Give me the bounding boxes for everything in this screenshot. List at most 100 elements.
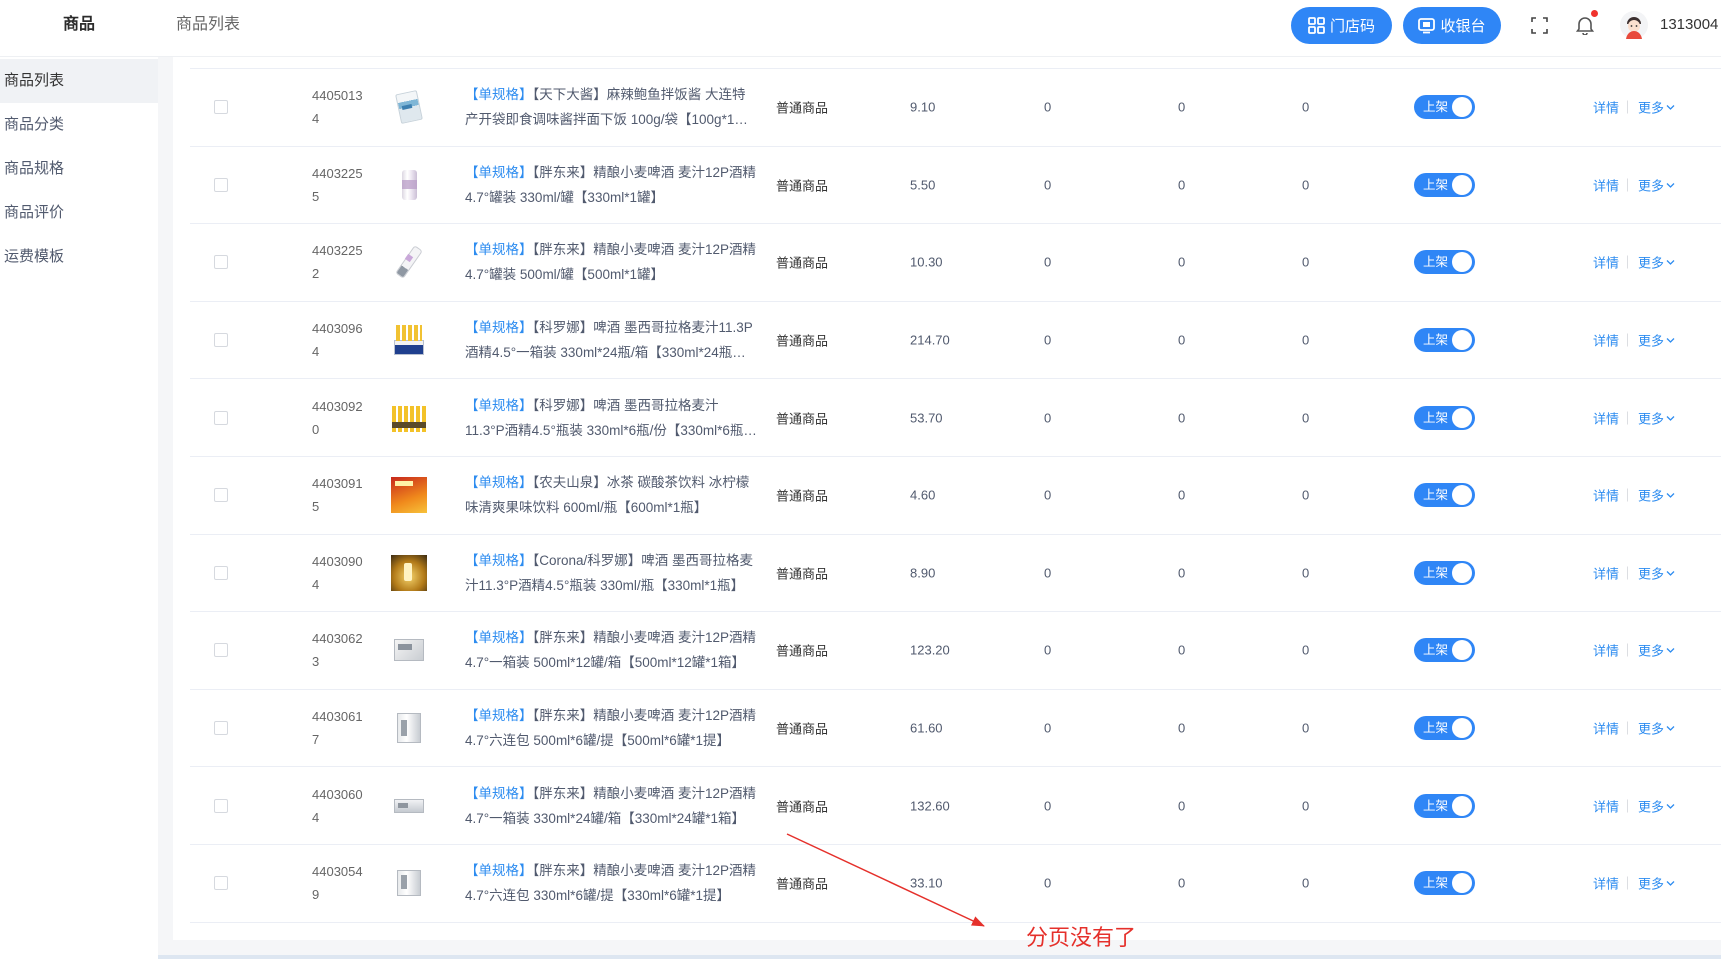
more-dropdown[interactable]: 更多 [1638, 563, 1675, 582]
status-toggle[interactable]: 上架 [1414, 793, 1475, 818]
product-price: 9.10 [910, 99, 936, 115]
product-type: 普通商品 [776, 876, 829, 892]
detail-link[interactable]: 详情 [1593, 641, 1619, 660]
product-table-body: 44050134 【单规格】【天下大酱】麻辣鲍鱼拌饭酱 大连特产开袋即食调味酱拌面… [190, 68, 1721, 923]
product-type: 普通商品 [776, 178, 829, 194]
more-label: 更多 [1638, 566, 1665, 582]
more-dropdown[interactable]: 更多 [1638, 641, 1675, 660]
row-checkbox[interactable] [214, 100, 228, 115]
row-checkbox[interactable] [214, 721, 228, 736]
spec-tag: 【单规格】 [465, 397, 533, 413]
detail-link[interactable]: 详情 [1593, 253, 1619, 272]
avatar-icon[interactable] [1620, 11, 1648, 39]
status-toggle[interactable]: 上架 [1414, 328, 1475, 353]
more-dropdown[interactable]: 更多 [1638, 874, 1675, 893]
detail-link[interactable]: 详情 [1593, 874, 1619, 893]
detail-link[interactable]: 详情 [1593, 563, 1619, 582]
status-toggle[interactable]: 上架 [1414, 405, 1475, 430]
more-dropdown[interactable]: 更多 [1638, 175, 1675, 194]
annotation-text: 分页没有了 [1026, 925, 1137, 950]
more-dropdown[interactable]: 更多 [1638, 408, 1675, 427]
product-thumbnail [389, 786, 429, 826]
product-name: 【单规格】【科罗娜】啤酒 墨西哥拉格麦汁11.3P酒精4.5°一箱装 330ml… [465, 315, 757, 365]
product-stat-1: 0 [1044, 99, 1052, 115]
status-toggle-knob [1452, 718, 1472, 739]
row-checkbox[interactable] [214, 410, 228, 425]
sidebar-item-product-spec[interactable]: 商品规格 [0, 147, 158, 191]
status-toggle[interactable]: 上架 [1414, 250, 1475, 275]
sidebar-title: 商品 [62, 16, 95, 33]
chevron-down-icon [1666, 182, 1675, 188]
row-checkbox[interactable] [214, 643, 228, 658]
product-stat-2: 0 [1178, 875, 1186, 891]
product-price: 10.30 [910, 254, 943, 270]
product-type: 普通商品 [776, 488, 829, 504]
product-row: 44050134 【单规格】【天下大酱】麻辣鲍鱼拌饭酱 大连特产开袋即食调味酱拌面… [190, 69, 1721, 147]
chevron-down-icon [1666, 726, 1675, 731]
chevron-down-icon [1666, 570, 1675, 576]
status-toggle[interactable]: 上架 [1414, 871, 1475, 896]
product-stat-2: 0 [1178, 177, 1186, 193]
more-label: 更多 [1638, 100, 1665, 116]
product-id: 44030604 [312, 786, 363, 825]
cashier-button[interactable]: 收银台 [1403, 7, 1501, 44]
row-checkbox[interactable] [214, 255, 228, 270]
product-row: 44030549 【单规格】【胖东来】精酿小麦啤酒 麦汁12P酒精4.7°六连包 … [190, 845, 1721, 923]
sidebar-item-product-list[interactable]: 商品列表 [0, 59, 158, 103]
status-toggle-label: 上架 [1423, 410, 1449, 425]
row-checkbox[interactable] [214, 333, 228, 348]
row-checkbox[interactable] [214, 488, 228, 503]
more-dropdown[interactable]: 更多 [1638, 796, 1675, 815]
sidebar-item-product-category[interactable]: 商品分类 [0, 103, 158, 147]
sidebar-item-shipping-template[interactable]: 运费模板 [0, 235, 158, 279]
detail-link[interactable]: 详情 [1593, 175, 1619, 194]
detail-link[interactable]: 详情 [1593, 486, 1619, 505]
spec-tag: 【单规格】 [465, 863, 533, 879]
product-id: 44030549 [312, 864, 363, 903]
action-divider [1627, 799, 1628, 813]
detail-link[interactable]: 详情 [1593, 719, 1619, 738]
top-bar: 商品 商品列表 门店码 收银台 1313004 [0, 0, 1721, 57]
row-checkbox[interactable] [214, 876, 228, 891]
username[interactable]: 1313004 [1660, 0, 1721, 50]
chevron-down-icon [1666, 338, 1675, 343]
more-dropdown[interactable]: 更多 [1638, 719, 1675, 738]
status-toggle[interactable]: 上架 [1414, 95, 1475, 120]
fullscreen-icon[interactable] [1531, 17, 1548, 34]
horizontal-scrollbar[interactable] [0, 955, 1721, 959]
detail-link[interactable]: 详情 [1593, 796, 1619, 815]
product-row: 44030623 【单规格】【胖东来】精酿小麦啤酒 麦汁12P酒精4.7°一箱装 … [190, 612, 1721, 690]
status-toggle[interactable]: 上架 [1414, 716, 1475, 741]
product-stat-3: 0 [1302, 254, 1310, 270]
status-toggle[interactable]: 上架 [1414, 172, 1475, 197]
status-toggle-label: 上架 [1423, 100, 1449, 115]
more-dropdown[interactable]: 更多 [1638, 253, 1675, 272]
product-stat-1: 0 [1044, 332, 1052, 348]
product-stat-1: 0 [1044, 875, 1052, 891]
product-stat-1: 0 [1044, 177, 1052, 193]
sidebar-item-product-review[interactable]: 商品评价 [0, 191, 158, 235]
row-checkbox[interactable] [214, 177, 228, 192]
product-stat-3: 0 [1302, 565, 1310, 581]
row-checkbox[interactable] [214, 565, 228, 580]
bell-icon[interactable] [1576, 15, 1594, 35]
product-stat-3: 0 [1302, 410, 1310, 426]
detail-link[interactable]: 详情 [1593, 408, 1619, 427]
more-dropdown[interactable]: 更多 [1638, 486, 1675, 505]
product-stat-2: 0 [1178, 254, 1186, 270]
product-price: 214.70 [910, 332, 950, 348]
status-toggle[interactable]: 上架 [1414, 560, 1475, 585]
product-id: 44050134 [312, 88, 363, 127]
status-toggle-knob [1452, 252, 1472, 273]
detail-link[interactable]: 详情 [1593, 98, 1619, 117]
product-thumbnail [389, 87, 429, 127]
more-dropdown[interactable]: 更多 [1638, 331, 1675, 350]
status-toggle[interactable]: 上架 [1414, 483, 1475, 508]
store-code-button[interactable]: 门店码 [1291, 7, 1392, 44]
product-type: 普通商品 [776, 255, 829, 271]
more-dropdown[interactable]: 更多 [1638, 98, 1675, 117]
row-checkbox[interactable] [214, 798, 228, 813]
product-price: 132.60 [910, 798, 950, 814]
detail-link[interactable]: 详情 [1593, 331, 1619, 350]
status-toggle[interactable]: 上架 [1414, 638, 1475, 663]
